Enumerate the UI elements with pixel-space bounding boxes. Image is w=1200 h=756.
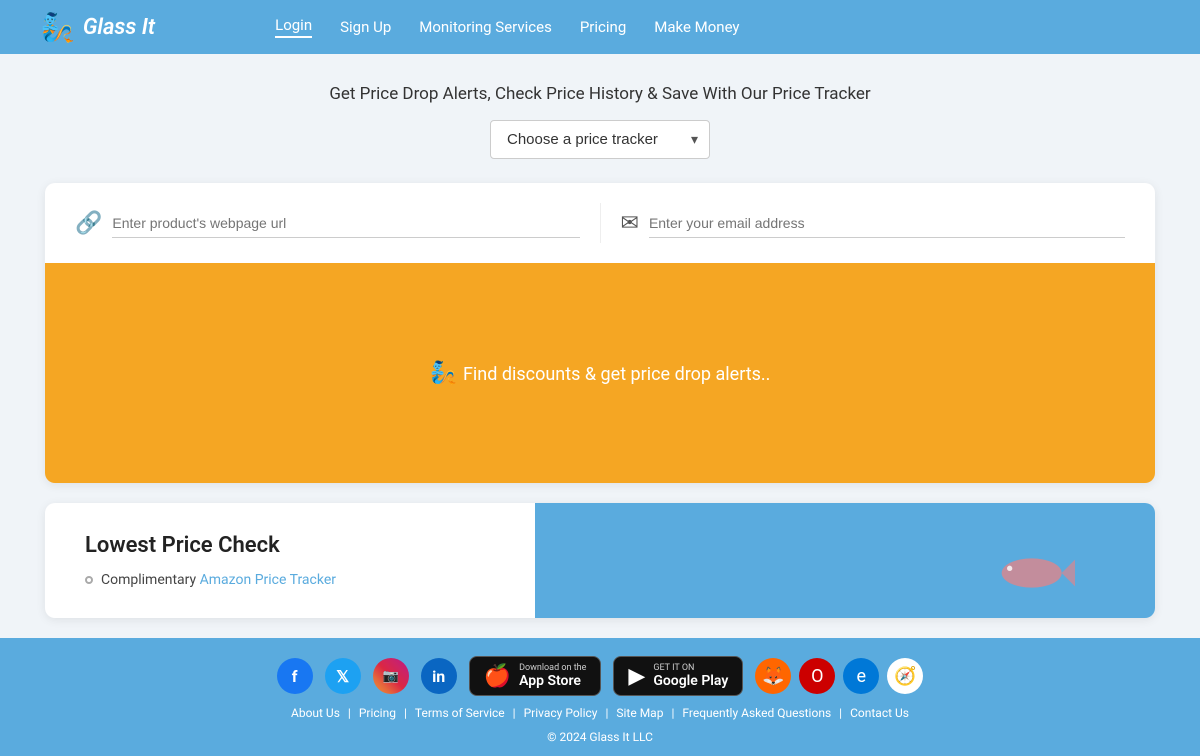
safari-icon[interactable]: 🧭 (887, 658, 923, 694)
app-store-badge[interactable]: 🍎 Download on the App Store (469, 656, 602, 696)
footer: f 𝕏 📷 in 🍎 Download on the App Store ▶ G… (0, 638, 1200, 756)
google-play-icon: ▶ (628, 664, 645, 689)
nav-pricing[interactable]: Pricing (580, 18, 626, 36)
item-text: Complimentary Amazon Price Tracker (101, 572, 336, 588)
bullet-icon (85, 576, 93, 584)
main-card: 🔗 ✉ 🧞Find discounts & get price drop ale… (45, 183, 1155, 483)
edge-icon[interactable]: e (843, 658, 879, 694)
nav-links: Login Sign Up Monitoring Services Pricin… (275, 16, 739, 38)
second-card-left: Lowest Price Check Complimentary Amazon … (45, 503, 535, 618)
footer-link-privacy[interactable]: Privacy Policy (524, 706, 598, 720)
nav-make-money[interactable]: Make Money (654, 18, 739, 36)
url-input-group: 🔗 (75, 209, 580, 238)
amazon-link[interactable]: Amazon Price Tracker (200, 572, 336, 588)
link-icon: 🔗 (75, 211, 102, 236)
footer-link-tos[interactable]: Terms of Service (415, 706, 505, 720)
card-inputs: 🔗 ✉ (45, 183, 1155, 263)
input-divider (600, 203, 601, 243)
footer-links: About Us | Pricing | Terms of Service | … (291, 706, 909, 720)
footer-link-sitemap[interactable]: Site Map (616, 706, 663, 720)
price-tracker-select[interactable]: Choose a price tracker Amazon Price Trac… (490, 120, 710, 159)
footer-link-contact[interactable]: Contact Us (850, 706, 909, 720)
second-card: Lowest Price Check Complimentary Amazon … (45, 503, 1155, 618)
main-content: Get Price Drop Alerts, Check Price Histo… (0, 54, 1200, 638)
footer-link-pricing[interactable]: Pricing (359, 706, 396, 720)
navbar: 🧞 Glass It Login Sign Up Monitoring Serv… (0, 0, 1200, 54)
footer-social-row: f 𝕏 📷 in 🍎 Download on the App Store ▶ G… (277, 656, 924, 696)
logo[interactable]: 🧞 Glass It (40, 11, 155, 44)
twitter-icon[interactable]: 𝕏 (325, 658, 361, 694)
logo-text: Glass It (83, 15, 155, 40)
facebook-icon[interactable]: f (277, 658, 313, 694)
instagram-icon[interactable]: 📷 (373, 658, 409, 694)
page-headline: Get Price Drop Alerts, Check Price Histo… (329, 84, 870, 104)
nav-monitoring[interactable]: Monitoring Services (419, 18, 552, 36)
app-store-text: Download on the App Store (519, 663, 586, 689)
nav-signup[interactable]: Sign Up (340, 18, 391, 36)
apple-icon: 🍎 (484, 664, 511, 689)
promo-emoji: 🧞 (430, 361, 457, 386)
orange-promo-section: 🧞Find discounts & get price drop alerts.… (45, 263, 1155, 483)
linkedin-icon[interactable]: in (421, 658, 457, 694)
second-card-title: Lowest Price Check (85, 533, 495, 558)
footer-link-about[interactable]: About Us (291, 706, 340, 720)
nav-login[interactable]: Login (275, 16, 312, 38)
google-play-badge[interactable]: ▶ GET IT ON Google Play (613, 656, 743, 696)
promo-text: 🧞Find discounts & get price drop alerts.… (430, 361, 771, 386)
email-icon: ✉ (621, 211, 639, 236)
footer-link-faq[interactable]: Frequently Asked Questions (682, 706, 831, 720)
email-input[interactable] (649, 209, 1125, 238)
browser-icons-row: 🦊 O e 🧭 (755, 658, 923, 694)
email-input-group: ✉ (621, 209, 1126, 238)
second-card-right (535, 503, 1155, 618)
logo-icon: 🧞 (40, 11, 75, 44)
footer-copyright: © 2024 Glass It LLC (547, 730, 653, 744)
google-play-text: GET IT ON Google Play (653, 663, 728, 689)
fish-illustration (995, 548, 1075, 598)
opera-icon[interactable]: O (799, 658, 835, 694)
price-tracker-select-wrapper: Choose a price tracker Amazon Price Trac… (490, 120, 710, 159)
url-input[interactable] (112, 209, 579, 238)
firefox-icon[interactable]: 🦊 (755, 658, 791, 694)
list-item: Complimentary Amazon Price Tracker (85, 572, 495, 588)
